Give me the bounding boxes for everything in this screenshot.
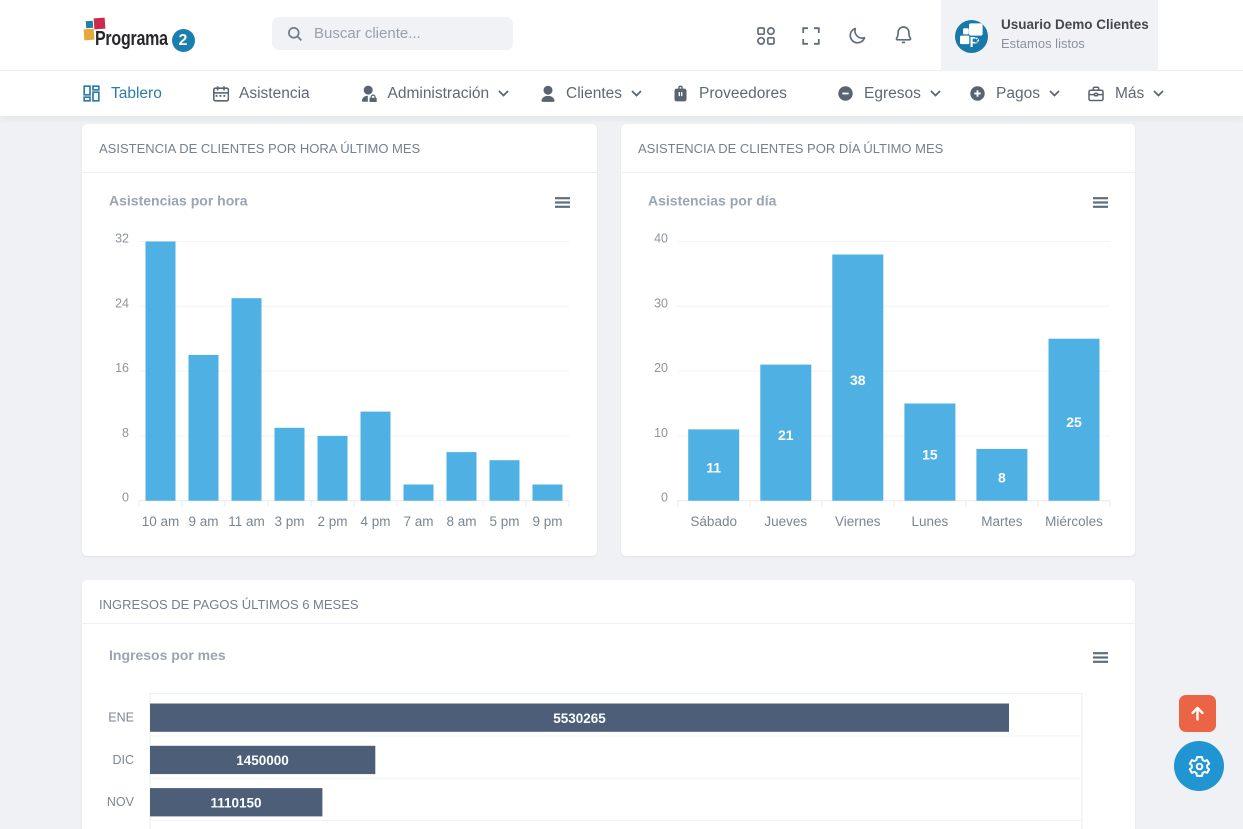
svg-text:10 am: 10 am bbox=[142, 514, 180, 529]
svg-text:3 pm: 3 pm bbox=[274, 514, 304, 529]
svg-text:ENE: ENE bbox=[108, 711, 134, 725]
svg-text:8 am: 8 am bbox=[446, 514, 476, 529]
svg-text:20: 20 bbox=[654, 361, 668, 375]
svg-text:Asistencias por día: Asistencias por día bbox=[648, 193, 777, 209]
svg-text:11: 11 bbox=[706, 460, 721, 476]
svg-text:5 pm: 5 pm bbox=[489, 514, 519, 529]
svg-text:0: 0 bbox=[661, 491, 668, 505]
svg-text:DIC: DIC bbox=[112, 753, 134, 767]
svg-text:11 am: 11 am bbox=[228, 514, 265, 529]
svg-text:4 pm: 4 pm bbox=[360, 514, 390, 529]
svg-text:9 pm: 9 pm bbox=[532, 514, 562, 529]
svg-text:15: 15 bbox=[922, 447, 938, 463]
svg-text:Jueves: Jueves bbox=[764, 514, 807, 529]
svg-text:Martes: Martes bbox=[981, 514, 1023, 529]
svg-text:2: 2 bbox=[975, 36, 980, 45]
svg-text:8: 8 bbox=[122, 426, 129, 440]
svg-text:40: 40 bbox=[654, 232, 668, 246]
svg-text:Asistencias por hora: Asistencias por hora bbox=[109, 193, 248, 209]
svg-text:9 am: 9 am bbox=[188, 514, 218, 529]
svg-text:Sábado: Sábado bbox=[690, 514, 737, 529]
svg-text:38: 38 bbox=[850, 372, 866, 388]
svg-text:10: 10 bbox=[654, 426, 668, 440]
svg-text:32: 32 bbox=[115, 232, 129, 246]
svg-text:Lunes: Lunes bbox=[912, 514, 949, 529]
svg-text:1450000: 1450000 bbox=[236, 753, 289, 768]
svg-text:Ingresos por mes: Ingresos por mes bbox=[109, 647, 226, 663]
svg-text:Miércoles: Miércoles bbox=[1045, 514, 1103, 529]
svg-text:25: 25 bbox=[1066, 414, 1082, 430]
svg-text:16: 16 bbox=[115, 361, 129, 375]
svg-text:24: 24 bbox=[115, 296, 129, 310]
svg-text:21: 21 bbox=[778, 427, 794, 443]
svg-text:7 am: 7 am bbox=[403, 514, 433, 529]
svg-text:NOV: NOV bbox=[107, 795, 135, 809]
svg-text:5530265: 5530265 bbox=[553, 711, 606, 726]
svg-text:8: 8 bbox=[998, 469, 1006, 485]
svg-text:1110150: 1110150 bbox=[210, 796, 261, 811]
svg-text:30: 30 bbox=[654, 296, 668, 310]
svg-text:Viernes: Viernes bbox=[835, 514, 881, 529]
svg-text:2 pm: 2 pm bbox=[317, 514, 347, 529]
svg-text:0: 0 bbox=[122, 491, 129, 505]
